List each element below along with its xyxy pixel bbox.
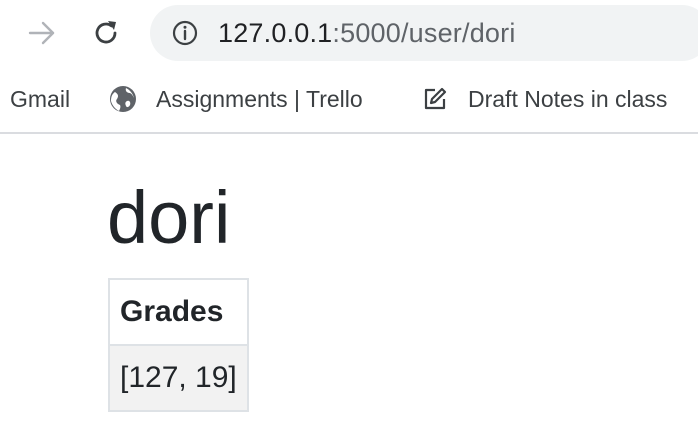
arrow-forward-icon (28, 21, 55, 45)
reload-icon (95, 21, 117, 44)
bookmark-label: Draft Notes in class (468, 85, 668, 112)
info-icon[interactable] (170, 18, 200, 48)
edit-icon (420, 84, 450, 114)
url-text[interactable]: 127.0.0.1:5000/user/dori (218, 18, 516, 49)
table-row: [127, 19] (108, 344, 249, 412)
url-host: 127.0.0.1 (218, 17, 333, 48)
bookmark-draft-notes[interactable]: Draft Notes in class (420, 66, 667, 132)
column-header-grades: Grades (108, 278, 249, 346)
page-title: dori (107, 176, 231, 259)
bookmarks-bar: Gmail Assignments | Trello Draft Notes i… (0, 66, 698, 134)
url-path: :5000/user/dori (332, 17, 516, 48)
bookmark-trello[interactable]: Assignments | Trello (108, 66, 363, 132)
grades-table: Grades [127, 19] (108, 278, 249, 412)
grades-cell: [127, 19] (108, 344, 249, 412)
browser-toolbar: 127.0.0.1:5000/user/dori (0, 0, 698, 66)
forward-button[interactable] (22, 13, 62, 53)
bookmark-label: Assignments | Trello (156, 85, 363, 112)
table-header-row: Grades (108, 278, 249, 346)
page-content: dori Grades [127, 19] (0, 134, 698, 440)
bookmark-gmail[interactable]: Gmail (10, 66, 70, 132)
bookmark-label: Gmail (10, 85, 71, 112)
address-bar[interactable]: 127.0.0.1:5000/user/dori (150, 5, 698, 61)
globe-icon (108, 84, 138, 114)
reload-button[interactable] (86, 13, 126, 53)
